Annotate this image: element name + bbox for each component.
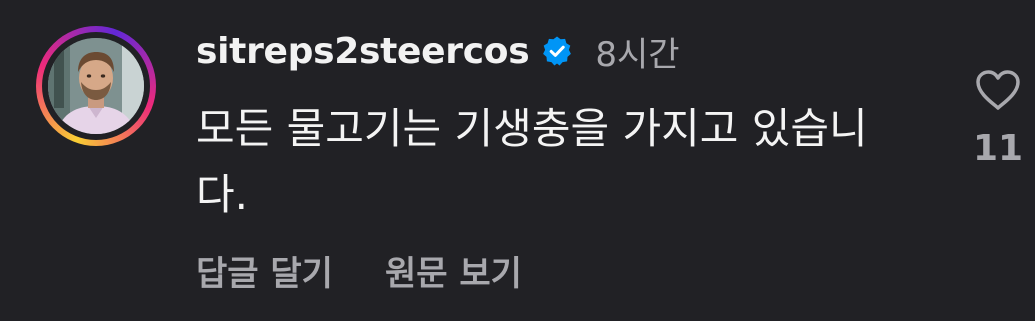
like-section: 11	[966, 68, 1030, 169]
username[interactable]: sitreps2steercos	[196, 31, 530, 72]
comment-timestamp: 8시간	[595, 34, 680, 75]
comment-actions: 답글 달기 원문 보기	[196, 246, 522, 295]
avatar-gap	[42, 32, 150, 140]
comment-item: sitreps2steercos 8시간 모든 물고기는 기생충을 가지고 있습…	[0, 0, 1035, 321]
verified-badge-icon	[541, 35, 573, 67]
comment-text: 모든 물고기는 기생충을 가지고 있습니다.	[196, 104, 868, 219]
avatar-image	[48, 38, 144, 134]
reply-button[interactable]: 답글 달기	[196, 246, 333, 295]
avatar[interactable]	[48, 38, 144, 134]
story-ring[interactable]	[36, 26, 156, 146]
heart-outline-icon[interactable]	[974, 68, 1022, 112]
see-original-button[interactable]: 원문 보기	[385, 246, 522, 295]
comment-header: sitreps2steercos 8시간	[196, 26, 680, 76]
like-count: 11	[972, 128, 1024, 169]
